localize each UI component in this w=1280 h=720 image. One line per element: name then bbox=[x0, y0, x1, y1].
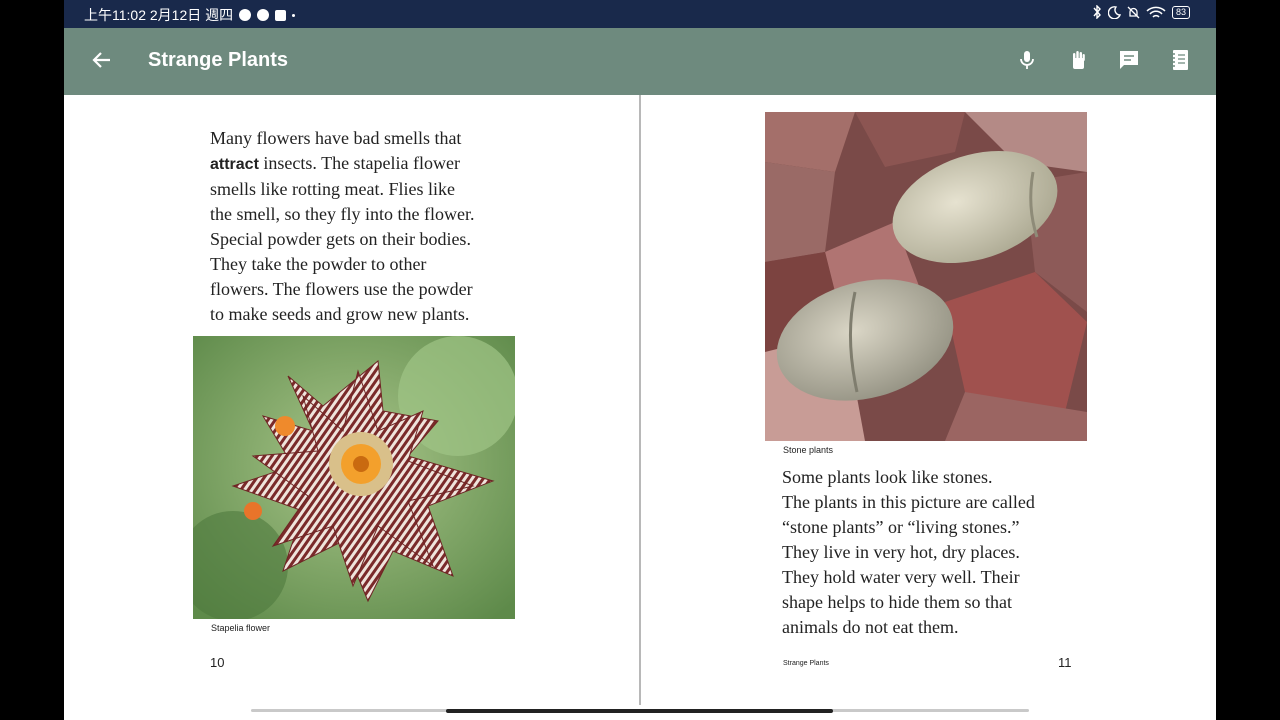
stapelia-flower-image bbox=[193, 336, 515, 619]
text-line: They take the powder to other bbox=[210, 254, 427, 274]
battery-indicator: 83 bbox=[1171, 5, 1190, 19]
text-line: attract insects. The stapelia flower bbox=[210, 151, 474, 177]
text-line: The plants in this picture are called bbox=[782, 492, 1035, 512]
page-title: Strange Plants bbox=[148, 49, 289, 71]
upload-icon bbox=[275, 9, 287, 21]
status-time-date: 上午11:02 2月12日 週四 bbox=[84, 7, 234, 23]
app-bar-actions bbox=[1015, 48, 1192, 72]
right-page: Stone plants Some plants look like stone… bbox=[641, 95, 1216, 705]
page-number-left: 10 bbox=[210, 655, 225, 670]
wifi-icon bbox=[1146, 6, 1166, 18]
text-line: They hold water very well. Their bbox=[782, 567, 1020, 587]
text-line: They live in very hot, dry places. bbox=[782, 542, 1020, 562]
basketball-icon-2 bbox=[257, 9, 270, 21]
stone-plants-image bbox=[765, 112, 1087, 441]
status-left: 上午11:02 2月12日 週四 bbox=[84, 5, 296, 25]
bold-word-attract[interactable]: attract bbox=[210, 156, 259, 173]
comment-icon[interactable] bbox=[1117, 48, 1141, 72]
notebook-icon[interactable] bbox=[1168, 48, 1192, 72]
page-scroll-thumb[interactable] bbox=[446, 709, 833, 713]
left-paragraph: Many flowers have bad smells that attrac… bbox=[210, 126, 474, 327]
status-right: 83 bbox=[1092, 5, 1190, 19]
image-caption-stone-plants: Stone plants bbox=[783, 445, 834, 455]
basketball-icon bbox=[239, 9, 252, 21]
status-bar: 上午11:02 2月12日 週四 83 bbox=[64, 0, 1216, 28]
text-line: animals do not eat them. bbox=[782, 617, 959, 637]
text-line: “stone plants” or “living stones.” bbox=[782, 517, 1020, 537]
back-arrow-icon[interactable] bbox=[90, 48, 114, 72]
page-number-right: 11 bbox=[1058, 655, 1072, 670]
bell-off-icon bbox=[1127, 6, 1140, 18]
text-line-rest: insects. The stapelia flower bbox=[258, 153, 461, 173]
image-caption-stapelia: Stapelia flower bbox=[211, 623, 271, 633]
left-page: Many flowers have bad smells that attrac… bbox=[64, 95, 639, 705]
text-line: the smell, so they fly into the flower. bbox=[210, 204, 475, 224]
text-line: Special powder gets on their bodies. bbox=[210, 229, 471, 249]
moon-icon bbox=[1107, 5, 1121, 19]
notification-dot-icon bbox=[292, 13, 296, 17]
text-line: flowers. The flowers use the powder bbox=[210, 279, 473, 299]
bluetooth-icon bbox=[1093, 5, 1101, 19]
text-line: shape helps to hide them so that bbox=[782, 592, 1012, 612]
microphone-icon[interactable] bbox=[1015, 48, 1039, 72]
footer-book-title: Strange Plants bbox=[783, 660, 829, 667]
app-bar: Strange Plants bbox=[64, 28, 1216, 95]
hand-icon[interactable] bbox=[1066, 48, 1090, 72]
text-line: smells like rotting meat. Flies like bbox=[210, 179, 455, 199]
text-line: Some plants look like stones. bbox=[782, 467, 993, 487]
right-paragraph: Some plants look like stones. The plants… bbox=[782, 465, 1035, 640]
text-line: to make seeds and grow new plants. bbox=[210, 304, 470, 324]
text-line: Many flowers have bad smells that bbox=[210, 128, 462, 148]
